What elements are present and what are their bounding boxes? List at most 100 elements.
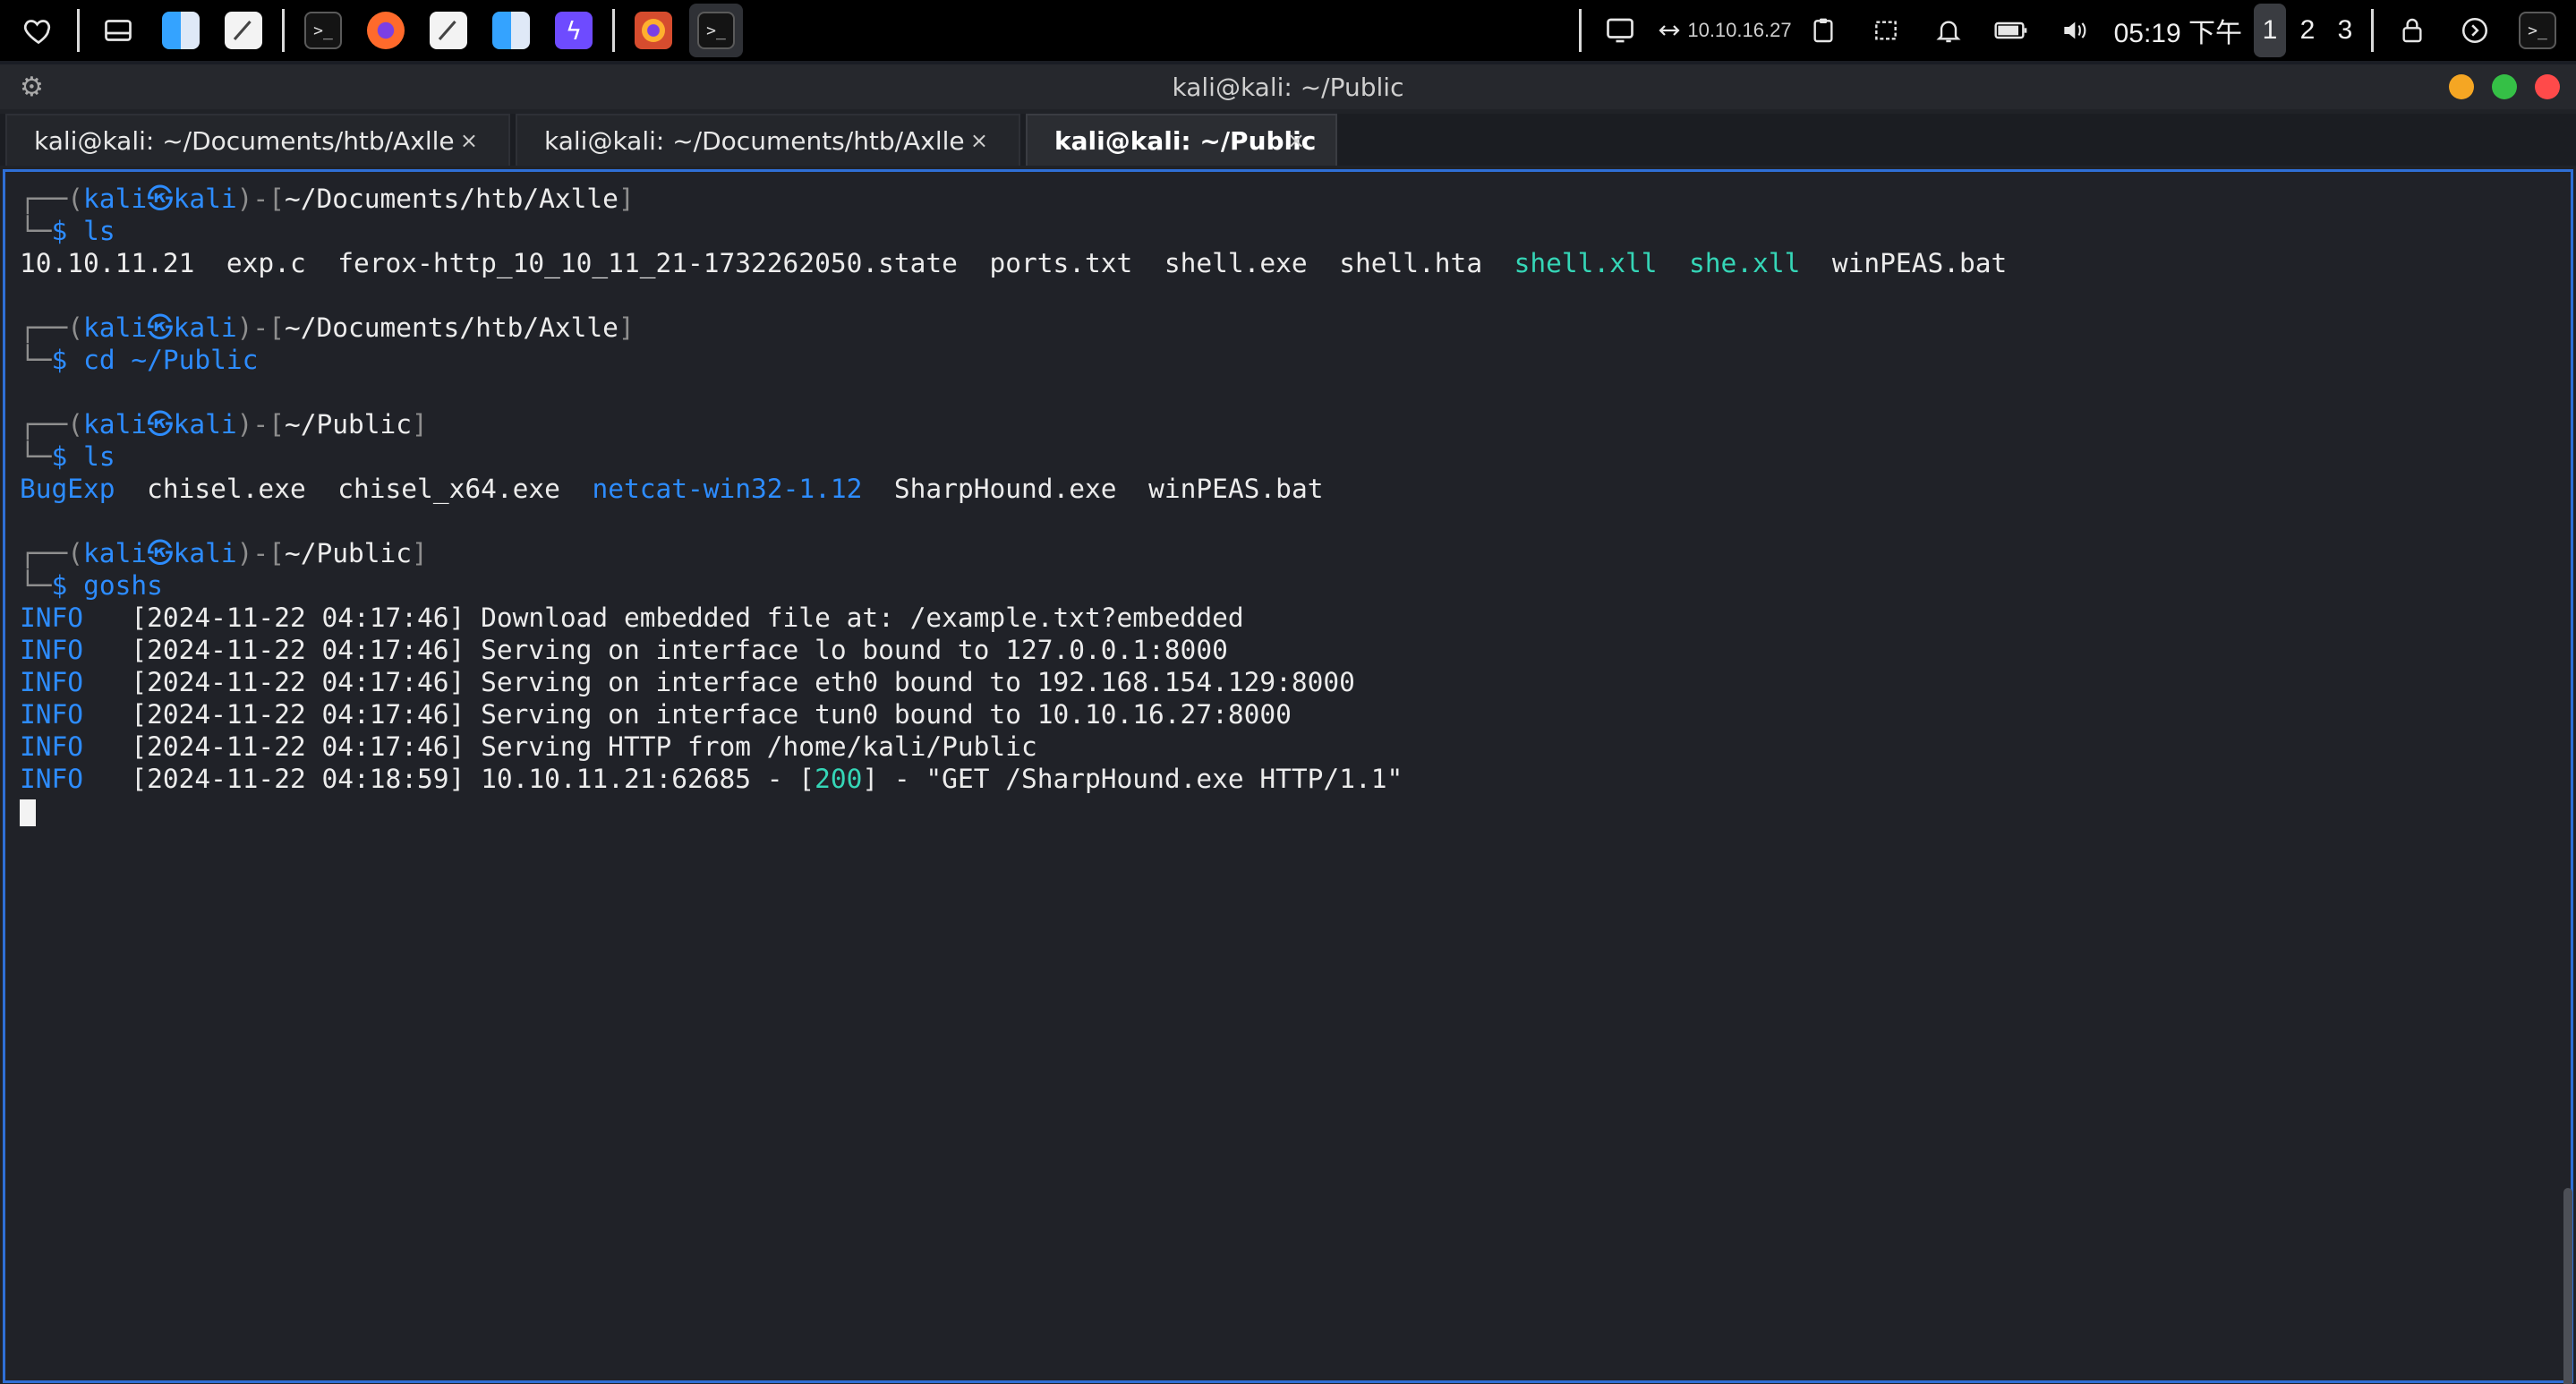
file-entry: shell.xll — [1514, 248, 1658, 278]
command-line: └─$ ls — [20, 440, 2571, 473]
command-line: └─$ ls — [20, 215, 2571, 247]
screenshot-icon[interactable] — [1859, 4, 1913, 57]
workspace-3[interactable]: 3 — [2329, 4, 2361, 57]
tab-label: kali@kali: ~/Documents/htb/Axlle — [34, 125, 455, 156]
gear-icon[interactable]: ⚙ — [20, 72, 44, 103]
prompt-skull-icon: ㉿ — [147, 538, 174, 568]
command-text: ls — [83, 216, 115, 246]
prompt-line: ┌──(kali㉿kali)-[~/Documents/htb/Axlle] — [20, 312, 2571, 344]
file-entry: BugExp — [20, 474, 115, 504]
network-icon[interactable] — [1656, 4, 1683, 57]
display-icon[interactable] — [1593, 4, 1647, 57]
close-button[interactable] — [2535, 74, 2560, 99]
workspace-1[interactable]: 1 — [2254, 4, 2286, 57]
command-text: ls — [83, 441, 115, 472]
ip-address: 10.10.16.27 — [1687, 19, 1792, 41]
clipboard-icon[interactable] — [1796, 4, 1850, 57]
prompt-user: kali — [83, 184, 148, 214]
prompt-line: ┌──(kali㉿kali)-[~/Public] — [20, 537, 2571, 569]
log-line: INFO [2024-11-22 04:17:46] Serving on in… — [20, 634, 2571, 666]
volume-icon[interactable] — [2047, 4, 2101, 57]
close-icon[interactable]: × — [1287, 128, 1305, 153]
log-message: Serving on interface tun0 bound to 10.10… — [481, 699, 1292, 730]
terminal-icon[interactable]: >_ — [2511, 4, 2564, 57]
workspace-2[interactable]: 2 — [2291, 4, 2324, 57]
log-level: INFO — [20, 667, 84, 697]
finder-icon[interactable] — [154, 4, 208, 57]
log-timestamp: [2024-11-22 04:18:59] — [131, 764, 465, 794]
prompt-dollar: $ — [51, 441, 84, 472]
tab-axlle-2[interactable]: kali@kali: ~/Documents/htb/Axlle × — [516, 114, 1020, 166]
prompt-frame: )-[ — [236, 409, 285, 440]
firefox-icon[interactable] — [359, 4, 413, 57]
clock[interactable]: 05:19 下午 — [2114, 11, 2242, 50]
notes-icon[interactable] — [217, 4, 270, 57]
log-message: Serving HTTP from /home/kali/Public — [481, 731, 1037, 762]
prompt-dollar: $ — [51, 345, 84, 375]
file-entry: ferox-http_10_10_11_21-1732262050.state — [337, 248, 958, 278]
prompt-cwd: ~/Documents/htb/Axlle — [284, 184, 618, 214]
tab-bar: kali@kali: ~/Documents/htb/Axlle × kali@… — [0, 114, 2576, 166]
file-entry: winPEAS.bat — [1148, 474, 1324, 504]
desktop: >_ ϟ >_ 10.10.16.27 05:19 下午 1 2 3 >_ ⚙ … — [0, 0, 2576, 1384]
log-level: INFO — [20, 635, 84, 665]
prompt-host: kali — [173, 409, 237, 440]
terminal-icon[interactable]: >_ — [689, 4, 743, 57]
prompt-cwd: ~/Public — [284, 538, 413, 568]
prompt-frame: └─ — [20, 570, 52, 601]
prompt-user: kali — [83, 409, 148, 440]
bell-icon[interactable] — [1922, 4, 1975, 57]
close-icon[interactable]: × — [460, 128, 478, 153]
log-timestamp: [2024-11-22 04:17:46] — [131, 667, 465, 697]
close-icon[interactable]: × — [970, 128, 988, 153]
scrollbar[interactable] — [2563, 1188, 2572, 1384]
battery-icon[interactable] — [1984, 4, 2038, 57]
maximize-button[interactable] — [2492, 74, 2517, 99]
file-entry: winPEAS.bat — [1831, 248, 2008, 278]
file-entry: shell.exe — [1164, 248, 1308, 278]
lock-icon[interactable] — [2385, 4, 2439, 57]
chevron-right-circle-icon[interactable] — [2448, 4, 2502, 57]
log-line: INFO [2024-11-22 04:17:46] Serving on in… — [20, 698, 2571, 730]
prompt-frame: ┌──( — [20, 538, 84, 568]
prompt-host: kali — [173, 312, 237, 343]
minimize-button[interactable] — [2449, 74, 2474, 99]
terminal-icon[interactable]: >_ — [296, 4, 350, 57]
file-entry: 10.10.11.21 — [20, 248, 195, 278]
terminal-output[interactable]: ┌──(kali㉿kali)-[~/Documents/htb/Axlle] └─… — [3, 169, 2573, 1383]
notes-icon[interactable] — [422, 4, 475, 57]
terminal-window: ⚙ kali@kali: ~/Public kali@kali: ~/Docum… — [0, 64, 2576, 1384]
window-titlebar[interactable]: ⚙ kali@kali: ~/Public — [0, 64, 2576, 109]
files-icon[interactable] — [91, 4, 145, 57]
firefox-icon[interactable] — [627, 4, 680, 57]
file-entry: ports.txt — [989, 248, 1133, 278]
file-entry: she.xll — [1689, 248, 1801, 278]
tab-axlle-1[interactable]: kali@kali: ~/Documents/htb/Axlle × — [5, 114, 510, 166]
prompt-frame: )-[ — [236, 312, 285, 343]
command-text: goshs — [83, 570, 163, 601]
bolt-icon[interactable]: ϟ — [547, 4, 601, 57]
heart-icon[interactable] — [12, 4, 65, 57]
prompt-frame: ] — [412, 409, 428, 440]
finder-icon[interactable] — [484, 4, 538, 57]
tab-public[interactable]: kali@kali: ~/Public × — [1026, 114, 1337, 166]
prompt-frame: )-[ — [236, 538, 285, 568]
window-controls — [2431, 74, 2560, 99]
panel-right: 10.10.16.27 05:19 下午 1 2 3 >_ — [1572, 0, 2569, 61]
http-status: 200 — [815, 764, 863, 794]
log-line: INFO [2024-11-22 04:17:46] Serving on in… — [20, 666, 2571, 698]
